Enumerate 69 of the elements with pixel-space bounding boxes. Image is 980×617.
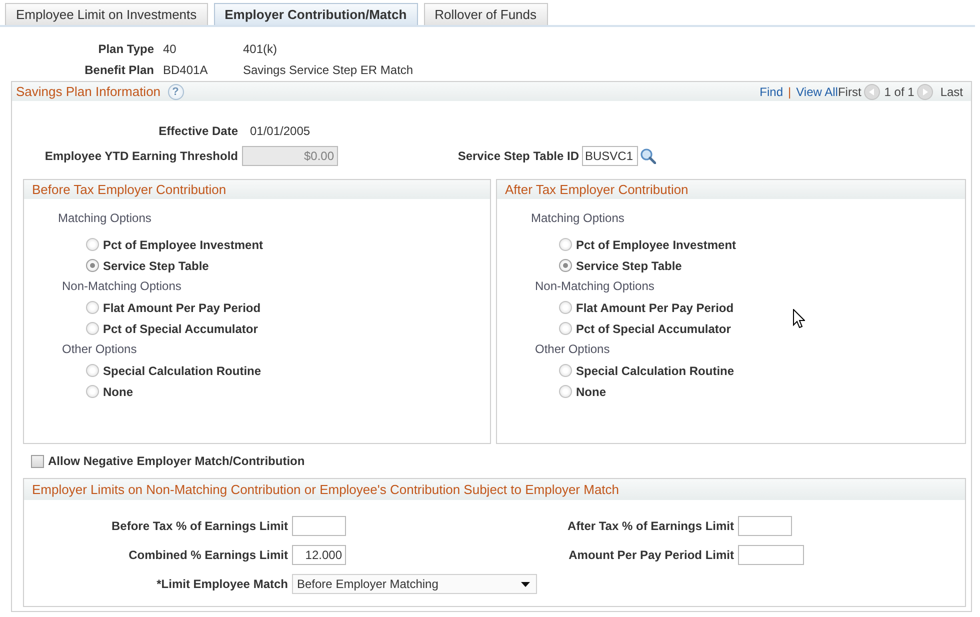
caret-down-icon (521, 582, 530, 586)
mouse-pointer-icon (793, 309, 805, 328)
radio-button[interactable] (559, 238, 572, 251)
option-label: Pct of Employee Investment (576, 236, 736, 254)
radio-button[interactable] (86, 364, 99, 377)
record-count: 1 of 1 (884, 84, 914, 100)
input-field[interactable] (292, 516, 346, 536)
search-icon[interactable] (640, 148, 656, 164)
radio-button[interactable] (559, 364, 572, 377)
radio-button[interactable] (86, 322, 99, 335)
radio-button[interactable] (559, 301, 572, 314)
link-separator: | (788, 84, 792, 100)
view-all-link[interactable]: View All (796, 82, 838, 100)
checkbox[interactable] (31, 454, 44, 468)
input-field[interactable]: 12.000 (292, 545, 346, 565)
option-label: Pct of Special Accumulator (576, 320, 731, 338)
option-label: None (103, 384, 133, 400)
option-label: Pct of Employee Investment (103, 236, 264, 254)
radio-button[interactable] (86, 238, 99, 251)
field-value: 40 (163, 41, 178, 58)
field-label: Benefit Plan (84, 62, 154, 79)
group-label: Non-Matching Options (534, 278, 656, 295)
group-label: Other Options (61, 341, 138, 358)
input-field[interactable]: BUSVC1 (582, 146, 638, 166)
field-value: BD401A (163, 62, 209, 79)
tab[interactable]: Employee Limit on Investments (5, 3, 208, 25)
section-title: Employer Limits on Non-Matching Contribution or Employee's Contribution Subject to Employer Match (32, 480, 620, 499)
group-label: Non-Matching Options (61, 278, 182, 295)
option-label: Flat Amount Per Pay Period (103, 300, 261, 316)
group-label: Matching Options (57, 210, 152, 227)
last-label: Last (940, 84, 963, 100)
section-title: After Tax Employer Contribution (505, 180, 688, 199)
option-label: Service Step Table (576, 258, 682, 274)
group-label: Other Options (534, 341, 611, 358)
option-label: Service Step Table (103, 258, 209, 274)
group-label: Matching Options (530, 210, 626, 227)
first-label: First (838, 84, 862, 100)
field-label: After Tax % of Earnings Limit (566, 518, 734, 535)
field-value: 401(k) (243, 41, 278, 58)
field-label: Amount Per Pay Period Limit (568, 547, 734, 564)
section-title: Savings Plan Information (16, 82, 161, 101)
field-label: Service Step Table ID (456, 148, 579, 165)
field-label: Effective Date (158, 123, 238, 140)
option-label: Special Calculation Routine (576, 362, 734, 380)
input-field[interactable] (738, 545, 804, 565)
find-link[interactable]: Find (760, 82, 784, 100)
option-label: Flat Amount Per Pay Period (576, 300, 734, 316)
radio-button[interactable] (559, 385, 572, 398)
dropdown[interactable]: Before Employer Matching (292, 574, 537, 594)
option-label: Special Calculation Routine (103, 362, 262, 380)
option-label: None (576, 384, 606, 400)
option-label: Pct of Special Accumulator (103, 320, 258, 338)
radio-button[interactable] (559, 322, 572, 335)
field-label: Before Tax % of Earnings Limit (110, 518, 288, 535)
field-label: Plan Type (97, 41, 154, 58)
radio-button[interactable] (559, 259, 572, 272)
section-title: Before Tax Employer Contribution (32, 180, 226, 199)
radio-button[interactable] (86, 301, 99, 314)
tab[interactable]: Rollover of Funds (424, 3, 548, 25)
field-label: *Limit Employee Match (156, 576, 288, 593)
radio-button[interactable] (86, 385, 99, 398)
radio-button[interactable] (86, 259, 99, 272)
checkbox-label: Allow Negative Employer Match/Contribution (48, 453, 305, 470)
field-value: Savings Service Step ER Match (243, 62, 414, 79)
field-label: Combined % Earnings Limit (128, 547, 288, 564)
input-field[interactable] (738, 516, 792, 536)
tab[interactable]: Employer Contribution/Match (214, 3, 418, 25)
field-value: 01/01/2005 (250, 123, 310, 140)
field-label: Employee YTD Earning Threshold (44, 148, 238, 165)
